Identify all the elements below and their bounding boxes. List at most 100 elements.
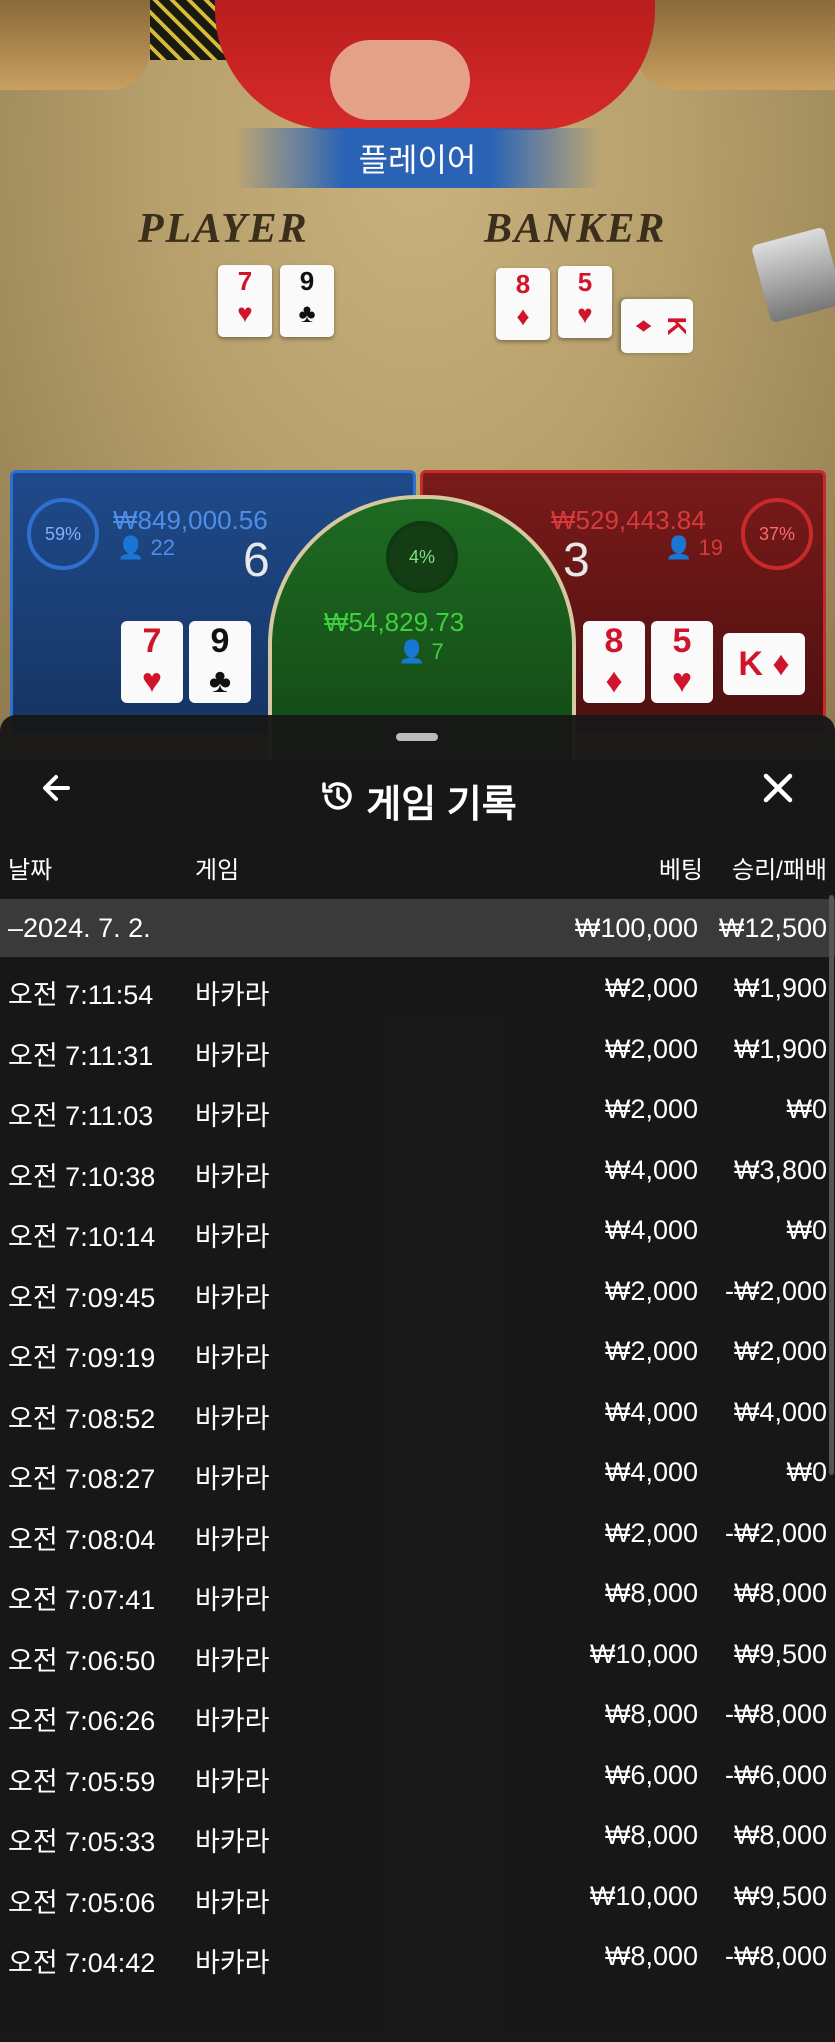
- table-player-card-2: 9 ♣: [280, 265, 334, 337]
- banker-total-amount: ₩529,443.84: [551, 505, 706, 535]
- banker-score: 3: [563, 534, 590, 587]
- history-row[interactable]: 오전 7:10:14 바카라 ₩4,000 ₩0: [0, 1201, 835, 1261]
- row-time: 오전 7:11:54: [8, 980, 154, 1010]
- row-time: 오전 7:08:27: [8, 1464, 156, 1494]
- banker-card-1: 8 ♦: [583, 621, 645, 703]
- history-row[interactable]: 오전 7:11:54 바카라 ₩2,000 ₩1,900: [0, 959, 835, 1019]
- player-percent-ring: 59%: [27, 498, 99, 570]
- history-row[interactable]: 오전 7:05:59 바카라 ₩6,000 -₩6,000: [0, 1746, 835, 1806]
- history-row[interactable]: 오전 7:09:19 바카라 ₩2,000 ₩2,000: [0, 1322, 835, 1382]
- row-time: 오전 7:07:41: [8, 1585, 156, 1615]
- player-score: 6: [243, 534, 270, 587]
- row-result: ₩8,000: [733, 1820, 827, 1850]
- row-time: 오전 7:11:03: [8, 1101, 154, 1131]
- date-group-result-total: ₩12,500: [718, 913, 827, 943]
- tie-percent: 4%: [408, 546, 435, 567]
- player-total-amount: ₩849,000.56: [113, 505, 268, 535]
- row-game: 바카라: [195, 1827, 270, 1857]
- history-row[interactable]: 오전 7:08:27 바카라 ₩4,000 ₩0: [0, 1443, 835, 1503]
- game-table: 플레이어 PLAYER BANKER 7 ♥ 9 ♣ 8 ♦ 5 ♥ K ♦ 59% ₩8…: [0, 0, 835, 760]
- row-game: 바카라: [195, 1948, 270, 1978]
- history-row[interactable]: 오전 7:04:42 바카라 ₩8,000 -₩8,000: [0, 1927, 835, 1987]
- player-label: PLAYER: [138, 206, 309, 252]
- row-time: 오전 7:11:31: [8, 1040, 154, 1071]
- history-row[interactable]: 오전 7:06:50 바카라 ₩10,000 ₩9,500: [0, 1625, 835, 1685]
- row-game: 바카라: [195, 1766, 270, 1797]
- row-game: 바카라: [195, 1464, 270, 1494]
- row-result: ₩0: [786, 1457, 828, 1487]
- row-result: -₩2,000: [724, 1517, 827, 1548]
- row-result: ₩2,000: [733, 1336, 827, 1366]
- row-result: ₩4,000: [733, 1396, 827, 1427]
- scrollbar[interactable]: [829, 895, 834, 1475]
- row-game: 바카라: [195, 1887, 270, 1918]
- column-bet: 베팅: [658, 857, 703, 884]
- date-group-label: –2024. 7. 2.: [8, 913, 151, 943]
- row-bet: ₩4,000: [604, 1457, 698, 1487]
- column-result: 승리/패배: [732, 857, 827, 884]
- person-icon: 👤: [665, 535, 693, 560]
- row-bet: ₩10,000: [589, 1880, 698, 1911]
- banker-card-3: K ♦: [723, 633, 805, 695]
- history-row[interactable]: 오전 7:05:06 바카라 ₩10,000 ₩9,500: [0, 1867, 835, 1927]
- row-game: 바카라: [195, 980, 270, 1010]
- history-row[interactable]: 오전 7:10:38 바카라 ₩4,000 ₩3,800: [0, 1141, 835, 1201]
- row-bet: ₩8,000: [604, 1699, 698, 1729]
- table-rail-left: [0, 0, 150, 90]
- row-time: 오전 7:10:38: [8, 1161, 156, 1192]
- row-bet: ₩2,000: [604, 1336, 698, 1366]
- row-time: 오전 7:09:45: [8, 1282, 156, 1313]
- history-row[interactable]: 오전 7:05:33 바카라 ₩8,000 ₩8,000: [0, 1806, 835, 1866]
- row-result: ₩0: [786, 1094, 828, 1124]
- row-game: 바카라: [195, 1161, 270, 1192]
- column-date: 날짜: [8, 857, 53, 884]
- banker-percent-ring: 37%: [741, 498, 813, 570]
- history-row[interactable]: 오전 7:11:31 바카라 ₩2,000 ₩1,900: [0, 1020, 835, 1080]
- banker-label: BANKER: [484, 206, 667, 252]
- date-group-row[interactable]: –2024. 7. 2. ₩100,000 ₩12,500: [0, 899, 835, 957]
- row-time: 오전 7:06:26: [8, 1706, 156, 1736]
- row-time: 오전 7:10:14: [8, 1222, 156, 1252]
- row-bet: ₩2,000: [604, 1275, 698, 1306]
- row-game: 바카라: [195, 1645, 270, 1676]
- person-icon: 👤: [398, 639, 426, 664]
- row-bet: ₩2,000: [604, 1517, 698, 1548]
- row-time: 오전 7:05:59: [8, 1766, 156, 1797]
- tie-percent-ring: 4%: [386, 521, 458, 593]
- history-row[interactable]: 오전 7:06:26 바카라 ₩8,000 -₩8,000: [0, 1685, 835, 1745]
- column-game: 게임: [195, 857, 240, 884]
- history-row[interactable]: 오전 7:08:04 바카라 ₩2,000 -₩2,000: [0, 1504, 835, 1564]
- row-result: ₩9,500: [733, 1638, 827, 1669]
- history-row[interactable]: 오전 7:09:45 바카라 ₩2,000 -₩2,000: [0, 1262, 835, 1322]
- game-history-sheet: 게임 기록 날짜 게임 베팅 승리/패배 –2024. 7. 2. ₩100,0…: [0, 715, 835, 2042]
- row-bet: ₩4,000: [604, 1215, 698, 1245]
- row-bet: ₩6,000: [604, 1759, 698, 1790]
- history-row[interactable]: 오전 7:11:03 바카라 ₩2,000 ₩0: [0, 1080, 835, 1140]
- row-bet: ₩2,000: [604, 1094, 698, 1124]
- row-bet: ₩8,000: [604, 1941, 698, 1971]
- history-row[interactable]: 오전 7:07:41 바카라 ₩8,000 ₩8,000: [0, 1564, 835, 1624]
- row-game: 바카라: [195, 1040, 270, 1071]
- row-result: ₩1,900: [733, 1033, 827, 1064]
- row-bet: ₩4,000: [604, 1154, 698, 1185]
- row-game: 바카라: [195, 1101, 270, 1131]
- row-game: 바카라: [195, 1585, 270, 1615]
- row-time: 오전 7:05:06: [8, 1887, 156, 1918]
- row-bet: ₩10,000: [589, 1638, 698, 1669]
- close-icon[interactable]: [759, 769, 797, 813]
- sheet-header: 게임 기록: [0, 755, 835, 835]
- table-banker-card-2: 5 ♥: [558, 266, 612, 338]
- row-time: 오전 7:06:50: [8, 1645, 156, 1676]
- row-game: 바카라: [195, 1524, 270, 1555]
- row-game: 바카라: [195, 1343, 270, 1373]
- row-time: 오전 7:09:19: [8, 1343, 156, 1373]
- row-bet: ₩2,000: [604, 1033, 698, 1064]
- row-result: -₩8,000: [724, 1699, 827, 1729]
- table-rail-right: [635, 0, 835, 90]
- player-card-1: 7 ♥: [121, 621, 183, 703]
- person-icon: 👤: [117, 535, 145, 560]
- history-row[interactable]: 오전 7:08:52 바카라 ₩4,000 ₩4,000: [0, 1383, 835, 1443]
- row-time: 오전 7:05:33: [8, 1827, 156, 1857]
- sheet-drag-handle[interactable]: [396, 733, 438, 741]
- table-player-card-1: 7 ♥: [218, 265, 272, 337]
